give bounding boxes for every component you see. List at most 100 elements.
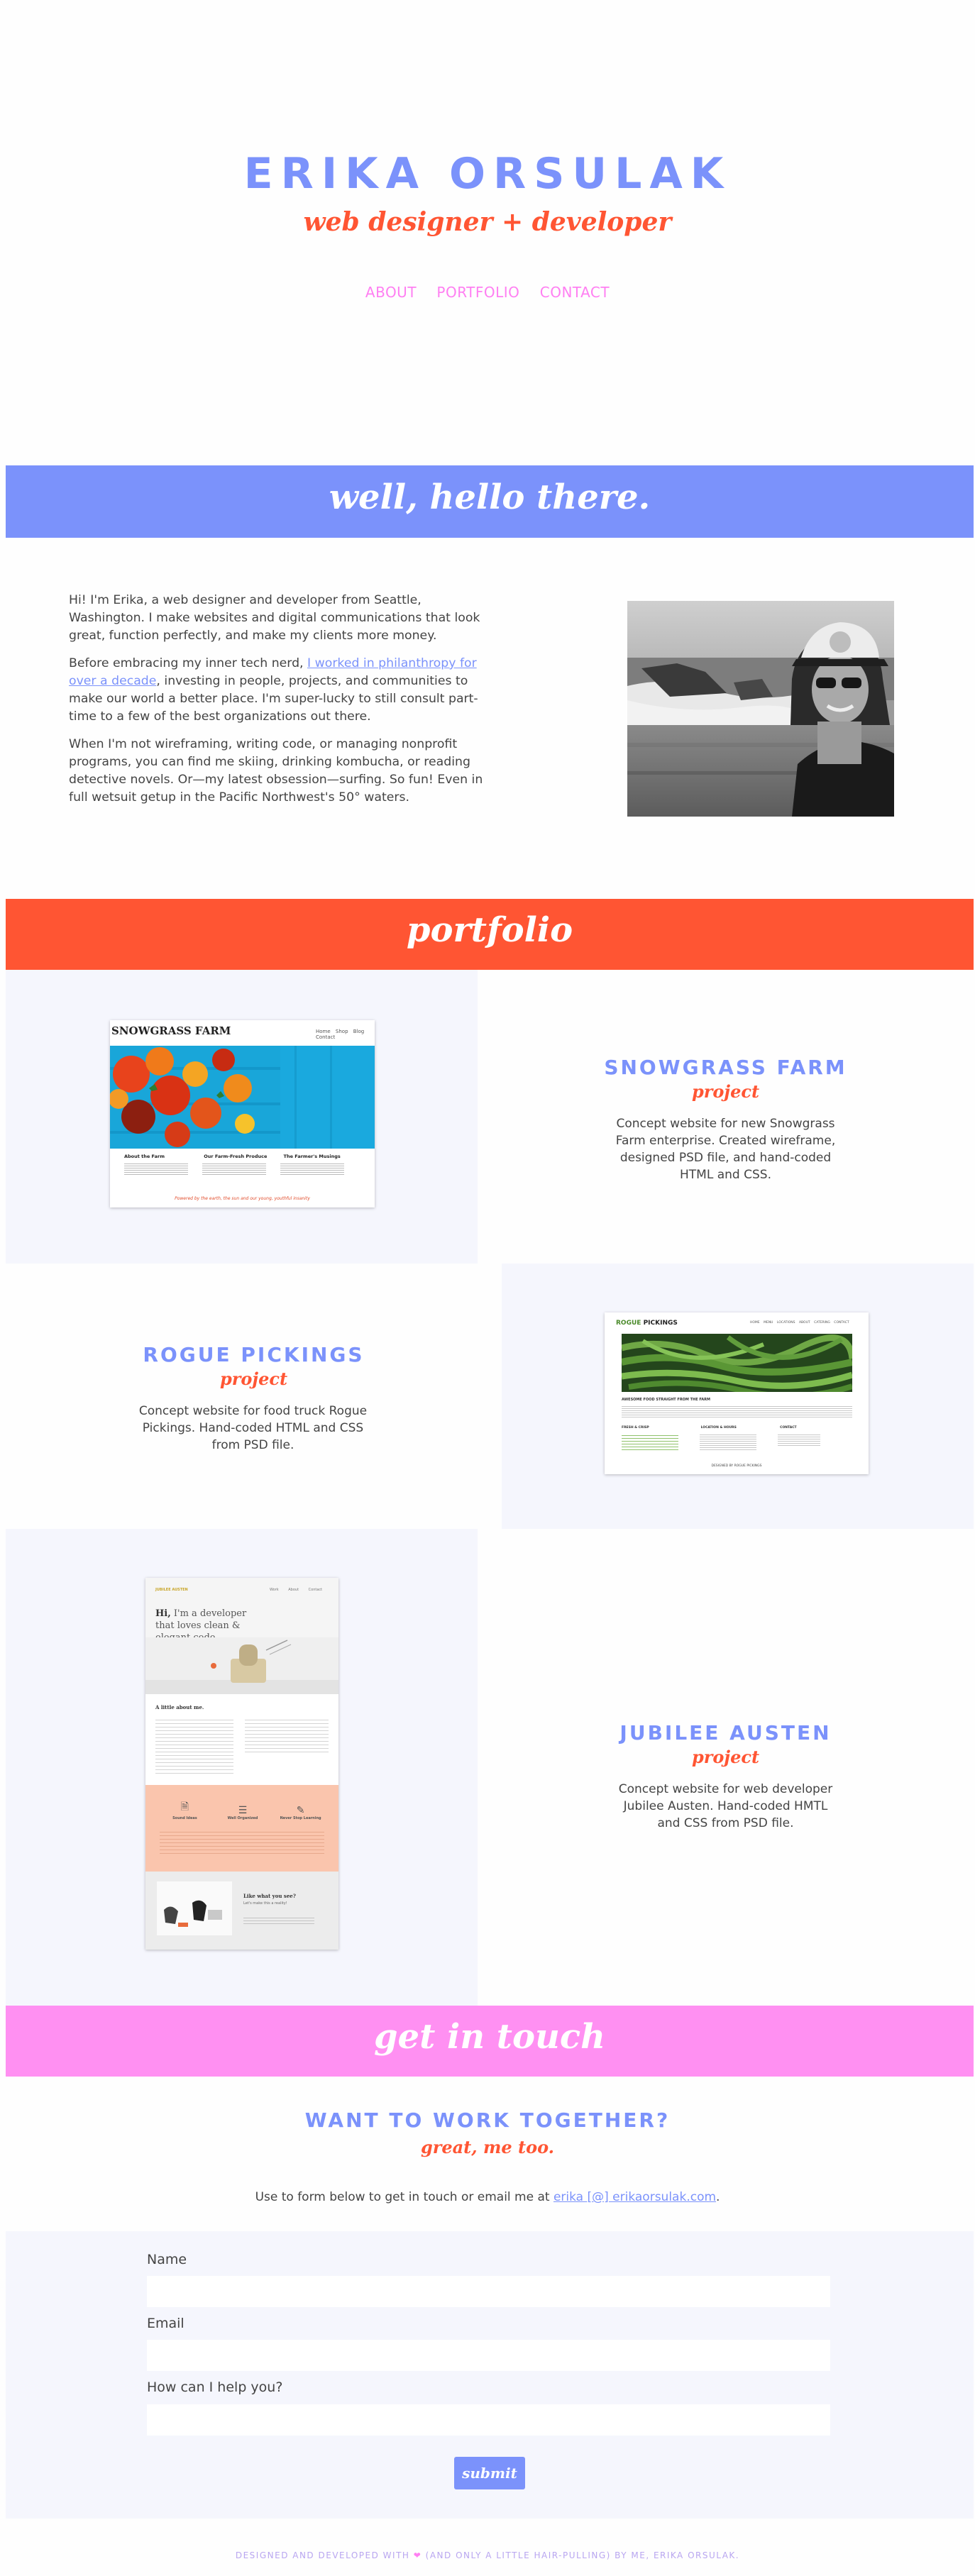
snowgrass-nav-item: Home [316, 1029, 331, 1034]
portfolio-banner: portfolio [6, 899, 974, 970]
project-sub-rogue: project [219, 1369, 288, 1389]
heart-icon: ❤ [413, 2550, 422, 2560]
jubilee-service: ☰ Well Organized [214, 1805, 271, 1820]
name-field[interactable] [147, 2276, 830, 2307]
rogue-screenshot[interactable]: ROGUE PICKINGS HOME MENU LOCATIONS ABOUT… [605, 1312, 869, 1474]
snowgrass-nav-item: Shop [335, 1029, 348, 1034]
about-paragraph-2: Before embracing my inner tech nerd, I w… [69, 655, 495, 726]
about-banner-title: well, hello there. [329, 477, 651, 517]
project-title-rogue: ROGUE PICKINGS [143, 1343, 365, 1366]
contact-subheading: great, me too. [420, 2137, 555, 2157]
pencil-icon: ✎ [296, 1805, 305, 1816]
jubilee-service-label: Well Organized [227, 1816, 258, 1820]
email-field[interactable] [147, 2340, 830, 2371]
rogue-brand-b: PICKINGS [643, 1320, 678, 1327]
submit-button[interactable]: submit [454, 2457, 525, 2489]
nav-contact[interactable]: CONTACT [540, 284, 610, 301]
jubilee-hero-image [145, 1637, 338, 1694]
snowgrass-col-heading: The Farmer's Musings [283, 1154, 341, 1159]
rogue-nav-item: CATERING [814, 1321, 830, 1325]
snowgrass-footer: Powered by the earth, the sun and our yo… [175, 1196, 310, 1201]
jubilee-screenshot[interactable]: JUBILEE AUSTEN Work About Contact Hi, I'… [145, 1578, 338, 1950]
rogue-nav-item: CONTACT [834, 1321, 849, 1325]
rogue-nav-item: ABOUT [798, 1321, 810, 1325]
rogue-nav: HOME MENU LOCATIONS ABOUT CATERING CONTA… [750, 1321, 849, 1325]
jubilee-text-lines [245, 1717, 329, 1752]
rogue-text-lines [622, 1433, 678, 1452]
footer-text: DESIGNED AND DEVELOPED WITH [235, 2550, 414, 2560]
about-banner: well, hello there. [6, 465, 974, 538]
snowgrass-text-lines [280, 1162, 344, 1176]
about-text: Hi! I'm Erika, a web designer and develo… [69, 592, 495, 817]
snowgrass-screenshot[interactable]: SNOWGRASS FARM Home Shop Blog Contact Ab… [110, 1020, 375, 1207]
jubilee-cta-lines [243, 1916, 314, 1924]
stack-icon: ☰ [238, 1805, 248, 1816]
site-tagline: web designer + developer [303, 207, 672, 237]
rogue-text-lines [778, 1433, 820, 1447]
project-sub-jubilee: project [691, 1747, 760, 1767]
rogue-hero-image [622, 1334, 852, 1392]
portfolio-banner-title: portfolio [406, 910, 573, 950]
rogue-brand-a: ROGUE [616, 1320, 641, 1327]
contact-banner: get in touch [6, 2006, 974, 2077]
snowgrass-text-lines [124, 1162, 188, 1176]
about-paragraph-1: Hi! I'm Erika, a web designer and develo… [69, 593, 480, 643]
site-name: ERIKA ORSULAK [243, 149, 732, 199]
snowgrass-hero-image [110, 1046, 375, 1149]
jubilee-cta-heading: Like what you see? [243, 1893, 296, 1899]
snowgrass-text-lines [202, 1162, 266, 1176]
contact-email-link[interactable]: erika [@] erikaorsulak.com [553, 2190, 716, 2204]
jubilee-cta-image [157, 1881, 232, 1935]
jubilee-service: ✎ Never Stop Learning [272, 1805, 329, 1820]
rogue-columns: FRESH & CRISP LOCATION & HOURS CONTACT [622, 1426, 852, 1430]
message-field[interactable] [147, 2404, 830, 2436]
jubilee-nav-item: Contact [308, 1588, 323, 1592]
snowgrass-col-heading: Our Farm-Fresh Produce [204, 1154, 268, 1159]
snowgrass-nav-item: Contact [316, 1034, 336, 1040]
jubilee-text-lines [155, 1717, 233, 1774]
message-label: How can I help you? [147, 2379, 283, 2395]
jubilee-brand: JUBILEE AUSTEN [155, 1588, 188, 1592]
contact-intro-text: Use to form below to get in touch or ema… [255, 2190, 553, 2204]
project-desc-snowgrass: Concept website for new Snowgrass Farm e… [615, 1117, 836, 1182]
contact-intro: Use to form below to get in touch or ema… [0, 2190, 975, 2204]
rogue-heading: AWESOME FOOD STRAIGHT FROM THE FARM [622, 1398, 710, 1402]
contact-banner-title: get in touch [373, 2017, 606, 2057]
rogue-col-heading: LOCATION & HOURS [700, 1426, 737, 1430]
about-p2-start: Before embracing my inner tech nerd, [69, 656, 308, 670]
rogue-footer: DESIGNED BY ROGUE PICKINGS [711, 1464, 762, 1468]
rogue-text-lines [622, 1405, 852, 1417]
project-title-snowgrass: SNOWGRASS FARM [604, 1056, 847, 1079]
rogue-nav-item: HOME [750, 1321, 760, 1325]
site-footer: DESIGNED AND DEVELOPED WITH ❤ (AND ONLY … [0, 2550, 975, 2560]
nav-portfolio[interactable]: PORTFOLIO [436, 284, 519, 301]
rogue-col-heading: FRESH & CRISP [622, 1426, 649, 1430]
jubilee-nav: Work About Contact [270, 1588, 322, 1592]
rogue-nav-item: MENU [764, 1321, 773, 1325]
jubilee-cta-text: Let's make this a reality! [243, 1901, 287, 1906]
jubilee-services-lines [160, 1829, 324, 1854]
document-icon: 🗎 [180, 1801, 189, 1813]
rogue-text-lines [700, 1433, 756, 1452]
nav-about[interactable]: ABOUT [365, 284, 417, 301]
rogue-nav-item: LOCATIONS [776, 1321, 795, 1325]
snowgrass-nav: Home Shop Blog Contact [316, 1029, 375, 1040]
project-desc-jubilee: Concept website for web developer Jubile… [618, 1782, 833, 1830]
project-title-jubilee: JUBILEE AUSTEN [619, 1721, 832, 1745]
profile-photo [627, 601, 894, 817]
jubilee-hero-hi: Hi, [155, 1608, 171, 1619]
jubilee-service-label: Sound Ideas [172, 1816, 197, 1820]
jubilee-services-section [145, 1785, 338, 1872]
contact-heading: WANT TO WORK TOGETHER? [304, 2108, 671, 2132]
project-sub-snowgrass: project [691, 1081, 760, 1102]
snowgrass-brand: SNOWGRASS FARM [111, 1024, 231, 1037]
contact-intro-end: . [716, 2190, 720, 2204]
name-label: Name [147, 2252, 187, 2267]
snowgrass-col-heading: About the Farm [124, 1154, 165, 1159]
snowgrass-nav-item: Blog [353, 1029, 365, 1034]
footer-text-end: (AND ONLY A LITTLE HAIR-PULLING) BY ME, … [422, 2550, 740, 2560]
email-label: Email [147, 2316, 184, 2331]
about-paragraph-3: When I'm not wireframing, writing code, … [69, 737, 483, 805]
rogue-brand: ROGUE PICKINGS [616, 1320, 678, 1327]
jubilee-nav-item: About [288, 1588, 299, 1592]
